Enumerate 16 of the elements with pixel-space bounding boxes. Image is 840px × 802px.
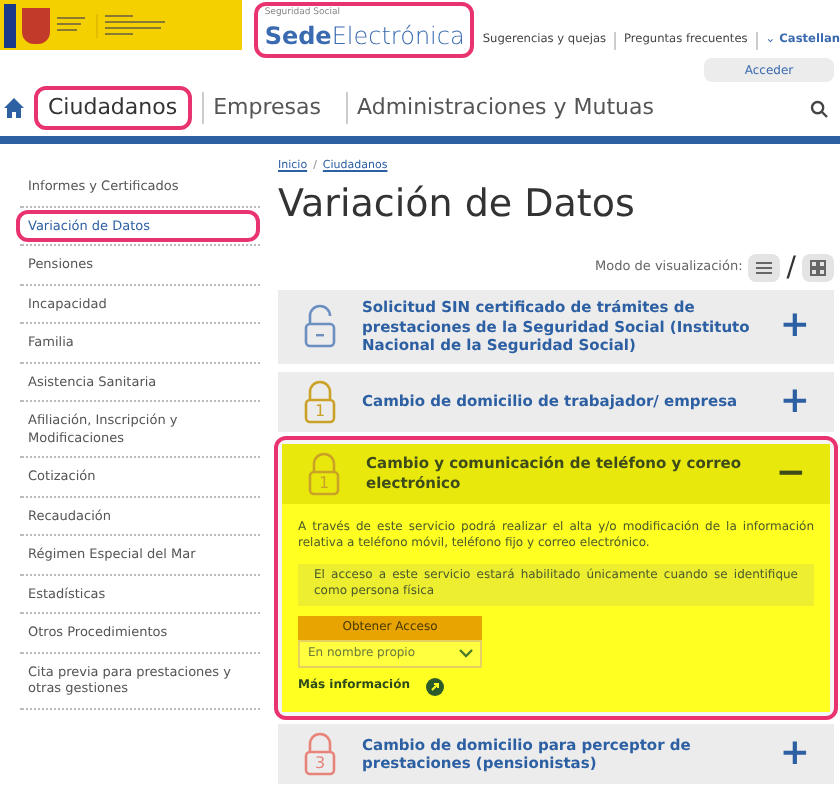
view-separator: / xyxy=(786,254,796,282)
nav-tab[interactable]: Empresas xyxy=(201,91,331,125)
external-link-icon xyxy=(426,678,445,696)
flag-stripe-icon xyxy=(4,3,16,47)
grid-icon xyxy=(810,260,826,276)
page-title: Variación de Datos xyxy=(278,180,637,230)
list-view-button[interactable] xyxy=(748,254,781,282)
coat-of-arms-icon xyxy=(22,7,50,43)
nav-tab[interactable]: Administraciones y Mutuas xyxy=(345,91,664,125)
nav-tab[interactable]: Ciudadanos xyxy=(38,89,188,127)
grid-view-button[interactable] xyxy=(802,254,834,282)
home-icon[interactable] xyxy=(4,98,24,118)
list-icon xyxy=(756,262,773,274)
search-icon[interactable] xyxy=(810,99,828,117)
ministry-logo-drawing xyxy=(56,13,166,37)
chevron-down-icon xyxy=(458,648,474,660)
